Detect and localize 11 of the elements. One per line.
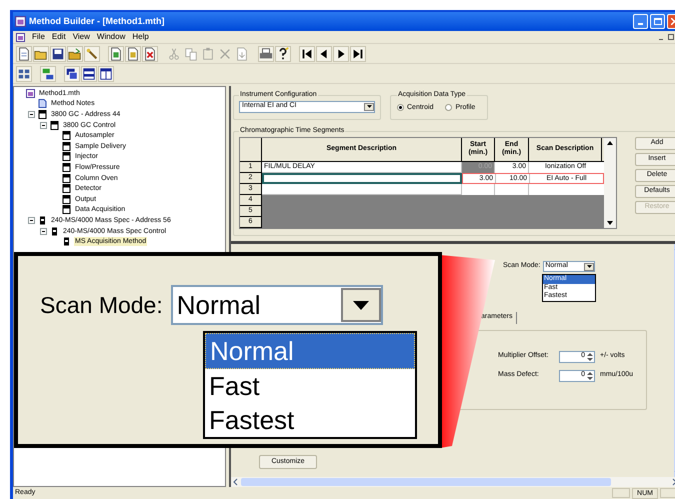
- field-label: Scan Mode:: [40, 290, 163, 320]
- menu-item[interactable]: Help: [132, 32, 149, 42]
- menu-item[interactable]: Edit: [52, 32, 66, 42]
- dropdown-option[interactable]: Fast: [205, 369, 415, 403]
- dropdown-option[interactable]: Fastest: [205, 403, 415, 437]
- menu-item[interactable]: Window: [96, 32, 126, 42]
- window-title: Method Builder - [Method1.mth]: [29, 14, 164, 28]
- menu-item[interactable]: View: [72, 32, 90, 42]
- dropdown-option[interactable]: Normal: [205, 333, 415, 369]
- scan-mode-dropdown[interactable]: Normal: [170, 285, 383, 325]
- menu-item[interactable]: File: [32, 32, 45, 42]
